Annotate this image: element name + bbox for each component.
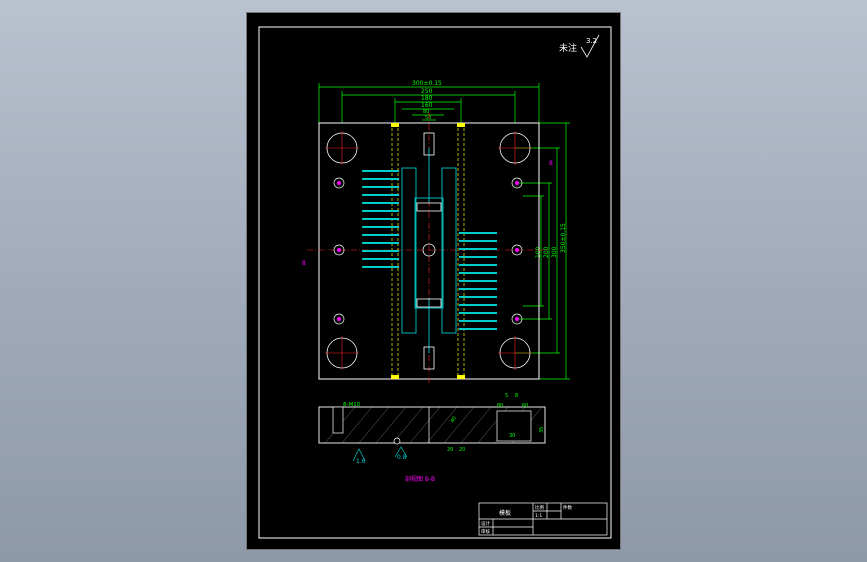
drawing-sheet: 未注 3.2 300±0.15 250 180 160 80 50 350±0.… (246, 12, 621, 550)
section-depth-label: 30 (509, 433, 515, 439)
right-fins (459, 232, 497, 330)
title-scale-label: 比例 (535, 504, 544, 511)
inner-frame (258, 26, 612, 539)
dim-overall-height: 350±0.15 (560, 223, 567, 253)
title-checker-label: 审核 (481, 528, 490, 535)
roughness-mark-2: 0.8 (397, 454, 407, 461)
section-title: 剖视图 B-B (405, 475, 435, 483)
bore-center-marks (325, 131, 532, 370)
section-d8-label: 35 (539, 427, 545, 433)
dim-overall-width: 300±0.15 (412, 80, 442, 87)
section-d4-label: 60 (522, 403, 528, 409)
section-d2-label: 8 (515, 393, 518, 399)
title-part-name: 模板 (499, 509, 511, 517)
roughness-mark-1: 1.6 (356, 458, 366, 465)
dim-width-6: 50 (425, 115, 431, 121)
dim-width-2: 250 (421, 88, 433, 95)
center-lines (307, 113, 547, 385)
dim-side-8: 8 (549, 160, 553, 167)
section-d7-label: 40 (450, 415, 458, 424)
dim-width-3: 180 (421, 95, 433, 102)
section-d5-label: 20 (447, 447, 453, 453)
hidden-lines (391, 123, 465, 379)
dim-width-4: 160 (421, 102, 433, 109)
dim-height-2: 300 (551, 246, 558, 258)
title-scale-value: 1:1 (535, 513, 542, 519)
dim-offset-8: 8 (302, 260, 306, 267)
left-fins (362, 170, 399, 268)
cad-drawing: 未注 3.2 300±0.15 250 180 160 80 50 350±0.… (258, 26, 612, 539)
title-designer-label: 设计 (481, 520, 490, 527)
guide-bores (326, 132, 531, 369)
section-thread-label: 8-M10 (343, 402, 361, 408)
surface-note: 未注 (559, 42, 577, 54)
section-d3-label: 80 (497, 403, 503, 409)
section-d1-label: 5 (505, 393, 508, 399)
dim-height-3: 200 (543, 246, 550, 258)
title-qty-label: 件数 (563, 504, 572, 511)
section-d6-label: 20 (459, 447, 465, 453)
